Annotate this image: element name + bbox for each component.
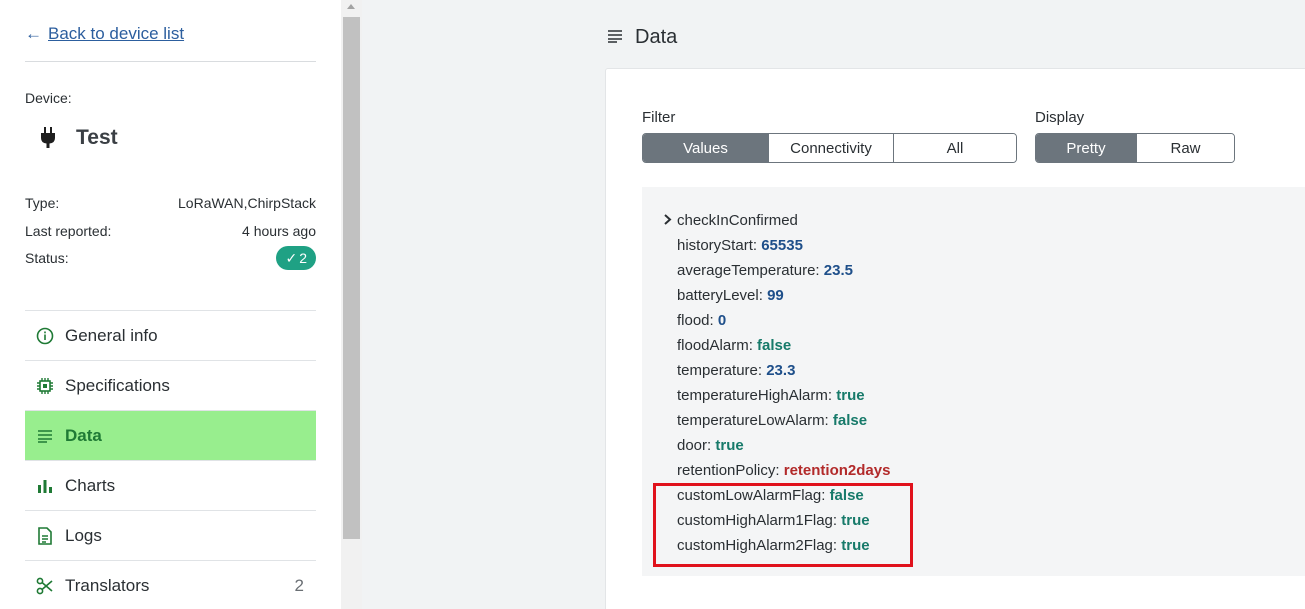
tree-value: retention2days <box>783 462 891 479</box>
highlight-annotation-box <box>653 483 913 567</box>
device-caption: Device: <box>25 90 72 106</box>
tree-key: door: <box>677 437 712 454</box>
tree-key: floodAlarm: <box>677 337 753 354</box>
tree-value: true <box>836 387 865 404</box>
tree-row: temperatureLowAlarm: false <box>677 408 890 433</box>
tree-value: 65535 <box>761 237 803 254</box>
tree-row-collapsed[interactable]: checkInConfirmed <box>664 208 890 233</box>
sidebar-item-charts[interactable]: Charts <box>25 460 316 510</box>
device-header: Test <box>40 126 118 150</box>
tree-row: door: true <box>677 433 890 458</box>
meta-status-label: Status: <box>25 250 69 266</box>
bar-chart-icon <box>35 476 55 496</box>
device-name: Test <box>76 126 118 149</box>
tree-key: batteryLevel: <box>677 287 763 304</box>
tree-value: false <box>832 412 868 429</box>
display-option-raw[interactable]: Raw <box>1136 134 1234 162</box>
sidebar-item-label: Translators <box>65 575 150 595</box>
sidebar-nav: General info Specifications Data Charts … <box>25 310 316 609</box>
tree-row: historyStart: 65535 <box>677 233 890 258</box>
tree-key: temperatureLowAlarm: <box>677 412 829 429</box>
status-badge[interactable]: ✓ 2 <box>276 246 316 270</box>
meta-reported-label: Last reported: <box>25 223 112 239</box>
sidebar-item-label: General info <box>65 325 158 345</box>
document-icon <box>35 526 55 546</box>
tree-key: checkInConfirmed <box>677 212 798 229</box>
tree-key: temperature: <box>677 362 763 379</box>
tree-row: batteryLevel: 99 <box>677 283 890 308</box>
display-segmented-control: Pretty Raw <box>1035 133 1235 163</box>
plug-icon <box>40 127 56 149</box>
tree-value: false <box>757 337 792 354</box>
status-count: 2 <box>299 250 307 266</box>
scroll-up-arrow-icon[interactable] <box>347 4 355 9</box>
tree-row: retentionPolicy: retention2days <box>677 458 890 483</box>
tree-key: averageTemperature: <box>677 262 820 279</box>
list-lines-icon <box>35 426 55 446</box>
translators-count: 2 <box>294 575 304 595</box>
filter-segmented-control: Values Connectivity All <box>642 133 1017 163</box>
sidebar-scrollbar[interactable] <box>341 0 362 609</box>
tree-row: temperature: 23.3 <box>677 358 890 383</box>
divider <box>25 61 316 62</box>
scissors-icon <box>35 576 55 596</box>
tree-key: retentionPolicy: <box>677 462 780 479</box>
sidebar-item-label: Data <box>65 425 102 445</box>
page-title-text: Data <box>635 26 678 48</box>
meta-status-row: Status: ✓ 2 <box>25 246 316 270</box>
tree-row: temperatureHighAlarm: true <box>677 383 890 408</box>
sidebar-item-label: Specifications <box>65 375 170 395</box>
check-icon: ✓ <box>285 249 298 266</box>
sidebar-item-data[interactable]: Data <box>25 410 316 460</box>
back-link-label: Back to device list <box>48 24 185 43</box>
info-circle-icon <box>35 326 55 346</box>
meta-type-label: Type: <box>25 195 60 211</box>
tree-value: 23.3 <box>766 362 796 379</box>
back-arrow-icon: ← <box>25 24 42 43</box>
tree-key: temperatureHighAlarm: <box>677 387 833 404</box>
tree-value: 23.5 <box>823 262 853 279</box>
tree-value: true <box>715 437 744 454</box>
chevron-right-icon[interactable] <box>663 208 672 233</box>
tree-key: flood: <box>677 312 714 329</box>
sidebar-item-label: Charts <box>65 475 116 495</box>
tree-row: flood: 0 <box>677 308 890 333</box>
filter-option-all[interactable]: All <box>893 134 1016 162</box>
filter-label: Filter <box>642 109 676 126</box>
chip-icon <box>35 376 55 396</box>
tree-row: floodAlarm: false <box>677 333 890 358</box>
meta-reported-value: 4 hours ago <box>242 223 316 239</box>
meta-reported-row: Last reported: 4 hours ago <box>25 223 316 239</box>
sidebar-item-logs[interactable]: Logs <box>25 510 316 560</box>
back-to-device-list-link[interactable]: ← Back to device list <box>25 24 184 44</box>
tree-key: historyStart: <box>677 237 758 254</box>
sidebar-item-general-info[interactable]: General info <box>25 310 316 360</box>
page-title: Data <box>607 26 677 49</box>
meta-type-value: LoRaWAN,ChirpStack <box>178 195 316 211</box>
sidebar-item-label: Logs <box>65 525 102 545</box>
list-lines-icon <box>607 26 623 49</box>
tree-row: averageTemperature: 23.5 <box>677 258 890 283</box>
sidebar-item-specifications[interactable]: Specifications <box>25 360 316 410</box>
meta-type-row: Type: LoRaWAN,ChirpStack <box>25 195 316 211</box>
scrollbar-thumb[interactable] <box>343 17 360 539</box>
tree-value: 0 <box>717 312 727 329</box>
sidebar: ← Back to device list Device: Test Type:… <box>0 0 341 609</box>
display-label: Display <box>1035 109 1085 126</box>
sidebar-item-translators[interactable]: Translators 2 <box>25 560 316 609</box>
tree-value: 99 <box>767 287 784 304</box>
filter-option-values[interactable]: Values <box>643 134 768 162</box>
display-option-pretty[interactable]: Pretty <box>1036 134 1136 162</box>
filter-option-connectivity[interactable]: Connectivity <box>768 134 893 162</box>
